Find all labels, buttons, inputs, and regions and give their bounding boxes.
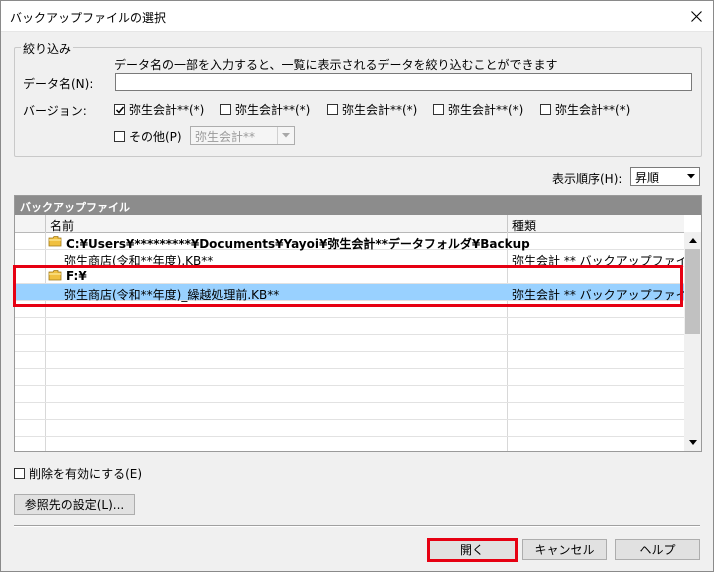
folder-icon	[48, 235, 62, 247]
sort-order-select[interactable]: 昇順	[630, 167, 700, 186]
checkbox-box	[327, 104, 338, 115]
select-value: 弥生会計**	[195, 130, 256, 144]
backup-file-list: バックアップファイル 名前 種類 C:¥Users¥*********¥Docu…	[14, 195, 702, 452]
button-label: 参照先の設定(L)...	[24, 498, 125, 512]
checkbox-label: 弥生会計**(*)	[342, 103, 418, 117]
title-bar: バックアップファイルの選択	[1, 1, 713, 32]
checkbox-label: 弥生会計**(*)	[448, 103, 524, 117]
select-value: 昇順	[635, 171, 660, 185]
checkbox-box	[220, 104, 231, 115]
dialog-window: バックアップファイルの選択 絞り込み データ名の一部を入力すると、一覧に表示され…	[0, 0, 714, 572]
chevron-down-icon	[683, 168, 699, 185]
vertical-scrollbar[interactable]	[684, 232, 701, 451]
data-name-label: データ名(N):	[23, 77, 94, 91]
highlight-open-button	[427, 538, 518, 562]
list-item	[15, 352, 684, 369]
divider	[14, 525, 700, 527]
list-item[interactable]: C:¥Users¥*********¥Documents¥Yayoi¥弥生会計*…	[15, 233, 684, 251]
close-icon	[690, 10, 702, 22]
button-label: ヘルプ	[639, 543, 676, 557]
chevron-down-icon	[688, 440, 697, 445]
chevron-down-icon	[277, 127, 294, 144]
checkmark-icon	[115, 106, 125, 114]
checkbox-box	[114, 131, 125, 142]
version-label: バージョン:	[23, 104, 87, 118]
filter-hint: データ名の一部を入力すると、一覧に表示されるデータを絞り込むことができます	[114, 58, 558, 72]
column-name-header[interactable]: 名前	[45, 215, 508, 233]
sort-label: 表示順序(H):	[552, 172, 623, 186]
version-checkbox-1[interactable]: 弥生会計**(*)	[114, 101, 204, 118]
cancel-button[interactable]: キャンセル	[522, 539, 607, 560]
button-label: キャンセル	[534, 543, 595, 557]
help-button[interactable]: ヘルプ	[615, 539, 700, 560]
column-label: 種類	[512, 219, 537, 233]
list-item	[15, 318, 684, 335]
checkbox-label: 弥生会計**(*)	[235, 103, 311, 117]
column-label: 名前	[50, 219, 75, 233]
list-item	[15, 369, 684, 386]
column-header: 名前 種類	[15, 215, 684, 233]
version-checkbox-5[interactable]: 弥生会計**(*)	[540, 101, 630, 118]
browse-location-button[interactable]: 参照先の設定(L)...	[14, 494, 135, 515]
list-panel-title: バックアップファイル	[20, 201, 130, 214]
checkbox-box	[540, 104, 551, 115]
version-checkbox-4[interactable]: 弥生会計**(*)	[433, 101, 523, 118]
scroll-thumb[interactable]	[685, 249, 700, 334]
close-button[interactable]	[679, 1, 713, 31]
other-version-checkbox[interactable]: その他(P)	[114, 128, 182, 145]
scroll-up-button[interactable]	[684, 232, 701, 249]
checkbox-label: 削除を有効にする(E)	[29, 467, 143, 481]
version-checkbox-2[interactable]: 弥生会計**(*)	[220, 101, 310, 118]
list-item	[15, 420, 684, 437]
version-checkbox-3[interactable]: 弥生会計**(*)	[327, 101, 417, 118]
checkbox-label: その他(P)	[129, 130, 182, 144]
highlight-selected-file	[13, 265, 683, 307]
checkbox-label: 弥生会計**(*)	[555, 103, 631, 117]
column-type-header[interactable]: 種類	[507, 215, 685, 233]
window-title: バックアップファイルの選択	[10, 11, 167, 25]
list-panel-header: バックアップファイル	[15, 196, 701, 215]
list-item	[15, 335, 684, 352]
chevron-up-icon	[688, 238, 697, 243]
checkbox-box	[14, 468, 25, 479]
checkbox-label: 弥生会計**(*)	[129, 103, 205, 117]
enable-delete-checkbox[interactable]: 削除を有効にする(E)	[14, 465, 142, 482]
checkbox-box	[114, 104, 125, 115]
list-item	[15, 403, 684, 420]
list-item	[15, 386, 684, 403]
scroll-down-button[interactable]	[684, 434, 701, 451]
checkbox-box	[433, 104, 444, 115]
data-name-input[interactable]	[115, 73, 692, 91]
other-version-select: 弥生会計**	[190, 126, 295, 145]
filter-group-label: 絞り込み	[21, 40, 74, 57]
